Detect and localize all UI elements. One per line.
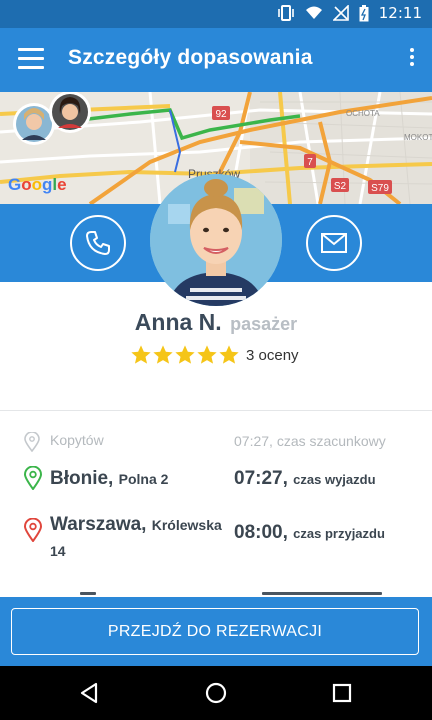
message-button[interactable] bbox=[306, 215, 362, 271]
mail-icon bbox=[321, 233, 347, 253]
star-icon bbox=[197, 345, 217, 364]
map-label-ochota: OCHOTA bbox=[346, 109, 380, 118]
recents-icon[interactable] bbox=[330, 681, 354, 705]
bottom-action-area: PRZEJDŹ DO REZERWACJI bbox=[0, 597, 432, 666]
more-vert-icon[interactable] bbox=[408, 48, 416, 72]
location-pin-icon bbox=[24, 432, 40, 452]
to-street: Królewska bbox=[151, 517, 222, 533]
map-avatar-1[interactable] bbox=[13, 103, 55, 145]
status-time: 12:11 bbox=[378, 4, 422, 22]
star-icon bbox=[153, 345, 173, 364]
from-city: Błonie, bbox=[50, 468, 114, 489]
google-logo: Google bbox=[8, 175, 67, 194]
location-pin-icon bbox=[24, 466, 42, 490]
via-time: 07:27, czas szacunkowy bbox=[234, 433, 386, 449]
menu-icon[interactable] bbox=[18, 48, 44, 72]
wifi-icon bbox=[305, 6, 322, 19]
map-avatar-2[interactable] bbox=[49, 92, 91, 133]
system-nav-bar bbox=[0, 666, 432, 720]
from-time-line: 07:27, czas wyjazdu bbox=[234, 468, 376, 490]
status-icons: 12:11 bbox=[277, 4, 422, 22]
phone-icon bbox=[86, 231, 110, 255]
route-stop-to: Warszawa, Królewska 14 08:00, czas przyja… bbox=[24, 512, 424, 562]
vibrate-icon bbox=[277, 5, 294, 21]
rating-count: 3 oceny bbox=[246, 346, 299, 364]
map-label-s2: S2 bbox=[334, 181, 347, 192]
map-label-92: 92 bbox=[215, 109, 227, 120]
no-signal-icon bbox=[332, 5, 349, 21]
via-place: Kopytów bbox=[50, 432, 104, 448]
from-street: Polna 2 bbox=[118, 471, 169, 487]
to-street-number: 14 bbox=[50, 543, 66, 559]
route-stop-from: Błonie, Polna 2 07:27, czas wyjazdu bbox=[24, 466, 424, 496]
battery-icon bbox=[359, 4, 369, 21]
home-icon[interactable] bbox=[204, 681, 228, 705]
to-time-line: 08:00, czas przyjazdu bbox=[234, 522, 385, 544]
to-city: Warszawa, bbox=[50, 514, 147, 535]
back-icon[interactable] bbox=[78, 681, 102, 705]
location-pin-icon bbox=[24, 518, 42, 542]
page-title: Szczegóły dopasowania bbox=[68, 46, 313, 69]
app-bar: Szczegóły dopasowania bbox=[0, 28, 432, 92]
map-label-mokot: MOKOT bbox=[404, 133, 432, 142]
from-time: 07:27, bbox=[234, 468, 288, 489]
user-name: Anna N. bbox=[134, 309, 222, 335]
map-label-s79: S79 bbox=[371, 183, 389, 194]
avatar bbox=[150, 174, 282, 306]
from-time-label: czas wyjazdu bbox=[293, 472, 376, 487]
star-icon bbox=[131, 345, 151, 364]
avatar-photo bbox=[150, 174, 282, 306]
to-time-label: czas przyjazdu bbox=[293, 526, 385, 541]
route-stop-via: Kopytów 07:27, czas szacunkowy bbox=[24, 432, 424, 454]
divider bbox=[0, 410, 432, 411]
map-label-7: 7 bbox=[307, 157, 313, 168]
to-city-line: Warszawa, Królewska 14 bbox=[50, 512, 222, 564]
to-time: 08:00, bbox=[234, 522, 288, 543]
from-city-line: Błonie, Polna 2 bbox=[50, 468, 168, 490]
call-button[interactable] bbox=[70, 215, 126, 271]
status-bar: 12:11 bbox=[0, 0, 432, 28]
profile-name-row: Anna N. pasażer bbox=[0, 309, 432, 336]
rating[interactable]: 3 oceny bbox=[130, 344, 299, 366]
star-icon bbox=[219, 345, 239, 364]
go-to-reservation-button[interactable]: PRZEJDŹ DO REZERWACJI bbox=[11, 608, 419, 655]
user-role: pasażer bbox=[230, 314, 298, 334]
star-icon bbox=[175, 345, 195, 364]
